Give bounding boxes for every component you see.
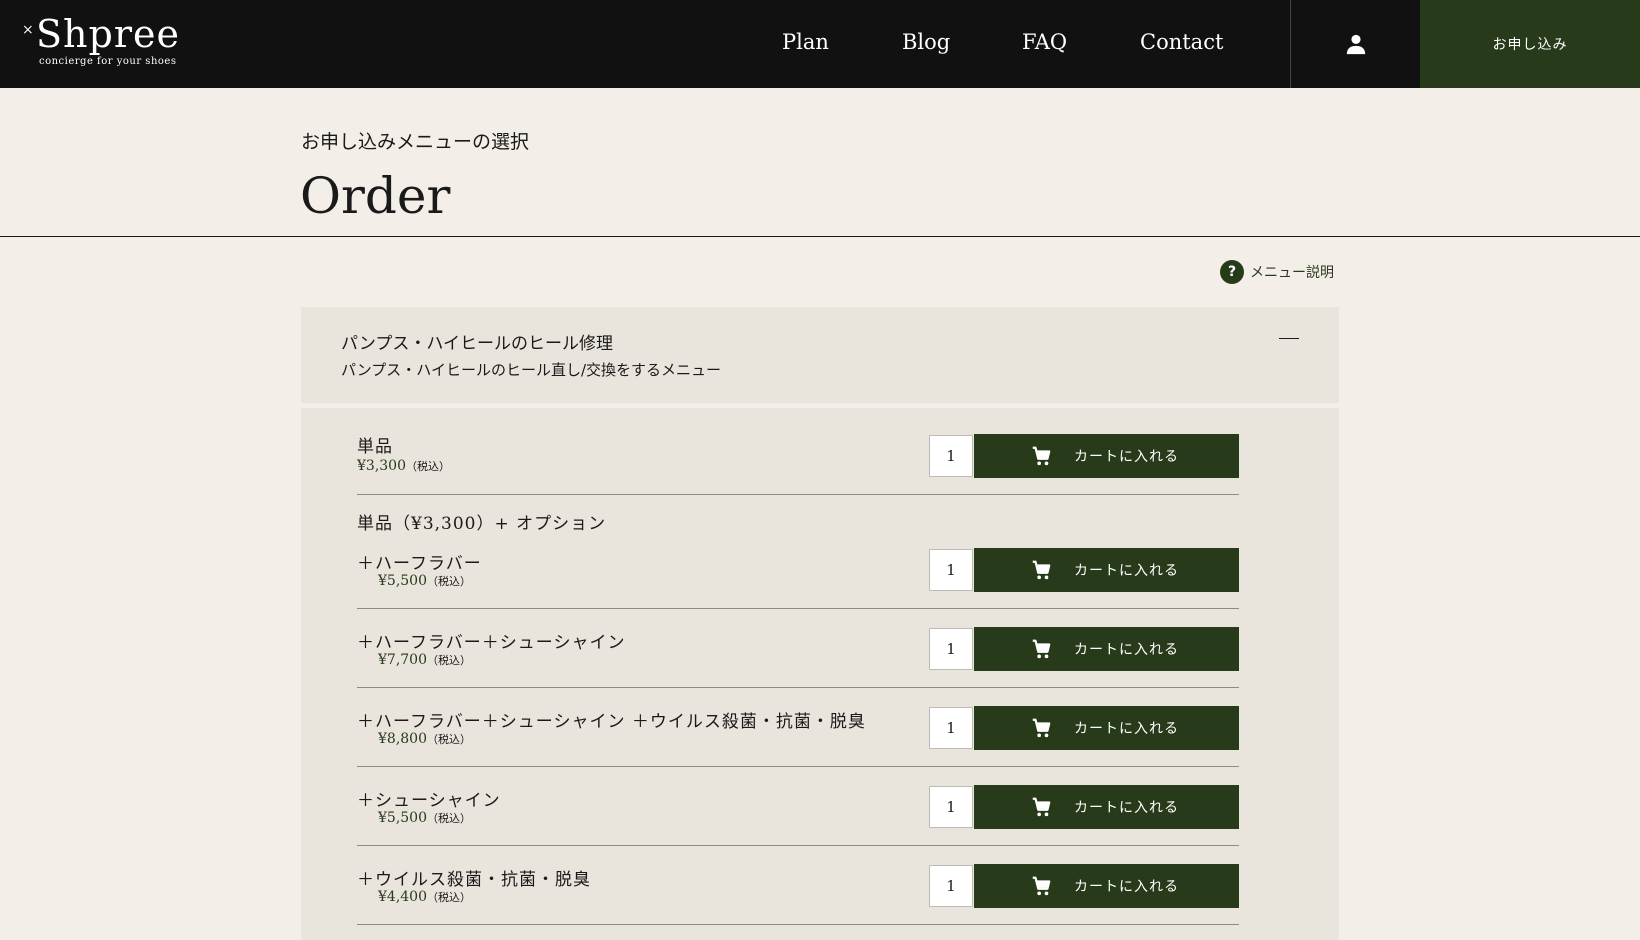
add-to-cart-button[interactable]: カートに入れる (974, 785, 1239, 829)
cart-icon-wrap (1030, 875, 1052, 897)
tax-label: （税込） (406, 460, 450, 473)
add-to-cart-label: カートに入れる (1074, 449, 1179, 465)
item-divider (357, 494, 1239, 495)
item-name: ＋ハーフラバー＋シューシャイン (357, 633, 626, 653)
add-to-cart-button[interactable]: カートに入れる (974, 706, 1239, 750)
tax-label: （税込） (427, 575, 471, 588)
nav-faq[interactable]: FAQ (1022, 30, 1067, 54)
add-to-cart-button[interactable]: カートに入れる (974, 864, 1239, 908)
user-icon (1346, 34, 1366, 55)
option-group-label: 単品（¥3,300）+ オプション (357, 514, 607, 534)
quantity-input[interactable]: 1 (929, 786, 973, 828)
item-name: ＋ハーフラバー＋シューシャイン ＋ウイルス殺菌・抗菌・脱臭 (357, 712, 866, 732)
tax-label: （税込） (427, 812, 471, 825)
quantity-input[interactable]: 1 (929, 435, 973, 477)
accordion-title: パンプス・ハイヒールのヒール修理 (341, 334, 613, 354)
quantity-input[interactable]: 1 (929, 628, 973, 670)
question-icon: ? (1220, 260, 1244, 284)
item-price: ¥4,400（税込） (378, 889, 471, 905)
cart-icon (1032, 446, 1051, 466)
tax-label: （税込） (427, 733, 471, 746)
site-header: × Shpree concierge for your shoes Plan B… (0, 0, 1640, 88)
add-to-cart-button[interactable]: カートに入れる (974, 627, 1239, 671)
item-price: ¥8,800（税込） (378, 731, 471, 747)
nav-contact[interactable]: Contact (1140, 30, 1223, 54)
logo-mark-icon: × (22, 22, 34, 38)
menu-help-label: メニュー説明 (1250, 265, 1334, 281)
item-name: ＋ハーフラバー (357, 554, 482, 574)
item-divider (357, 845, 1239, 846)
cart-icon-wrap (1030, 445, 1052, 467)
cart-icon (1032, 797, 1051, 817)
minus-icon[interactable] (1279, 338, 1299, 339)
logo-text: Shpree (36, 12, 180, 56)
item-price-value: ¥5,500 (378, 573, 427, 589)
item-divider (357, 608, 1239, 609)
add-to-cart-button[interactable]: カートに入れる (974, 548, 1239, 592)
item-price-value: ¥5,500 (378, 810, 427, 826)
add-to-cart-label: カートに入れる (1074, 721, 1179, 737)
cart-icon (1032, 718, 1051, 738)
add-to-cart-button[interactable]: カートに入れる (974, 434, 1239, 478)
cart-icon-wrap (1030, 796, 1052, 818)
item-name: 単品 (357, 437, 393, 457)
item-price-value: ¥3,300 (357, 458, 406, 474)
nav-plan[interactable]: Plan (782, 30, 829, 54)
item-divider (357, 766, 1239, 767)
page-title: Order (300, 167, 451, 225)
page-subtitle: お申し込みメニューの選択 (301, 131, 530, 153)
accordion-description: パンプス・ハイヒールのヒール直し/交換をするメニュー (341, 361, 722, 379)
cart-icon-wrap (1030, 717, 1052, 739)
item-price: ¥7,700（税込） (378, 652, 471, 668)
tax-label: （税込） (427, 891, 471, 904)
logo-tagline: concierge for your shoes (39, 56, 177, 67)
quantity-input[interactable]: 1 (929, 707, 973, 749)
quantity-input[interactable]: 1 (929, 549, 973, 591)
item-price: ¥5,500（税込） (378, 573, 471, 589)
item-price: ¥5,500（税込） (378, 810, 471, 826)
nav-blog[interactable]: Blog (902, 30, 950, 54)
add-to-cart-label: カートに入れる (1074, 563, 1179, 579)
cart-icon (1032, 876, 1051, 896)
accordion-header[interactable]: パンプス・ハイヒールのヒール修理 パンプス・ハイヒールのヒール直し/交換をするメ… (301, 307, 1339, 403)
cart-icon (1032, 639, 1051, 659)
title-divider (0, 236, 1640, 237)
account-button[interactable] (1290, 0, 1421, 88)
item-price: ¥3,300（税込） (357, 458, 450, 474)
item-divider (357, 924, 1239, 925)
item-name: ＋ウイルス殺菌・抗菌・脱臭 (357, 870, 591, 890)
item-price-value: ¥8,800 (378, 731, 427, 747)
item-name: ＋シューシャイン (357, 791, 501, 811)
quantity-input[interactable]: 1 (929, 865, 973, 907)
add-to-cart-label: カートに入れる (1074, 642, 1179, 658)
tax-label: （税込） (427, 654, 471, 667)
item-divider (357, 687, 1239, 688)
add-to-cart-label: カートに入れる (1074, 800, 1179, 816)
cart-icon-wrap (1030, 638, 1052, 660)
accordion-body: 単品（¥3,300）+ オプション 単品 ¥3,300（税込） 1 カートに入れる ＋ハー… (301, 408, 1339, 940)
item-price-value: ¥4,400 (378, 889, 427, 905)
cart-icon-wrap (1030, 559, 1052, 581)
cart-icon (1032, 560, 1051, 580)
item-price-value: ¥7,700 (378, 652, 427, 668)
apply-button[interactable]: お申し込み (1420, 0, 1640, 88)
menu-help-link[interactable]: ? メニュー説明 (1220, 260, 1334, 284)
add-to-cart-label: カートに入れる (1074, 879, 1179, 895)
